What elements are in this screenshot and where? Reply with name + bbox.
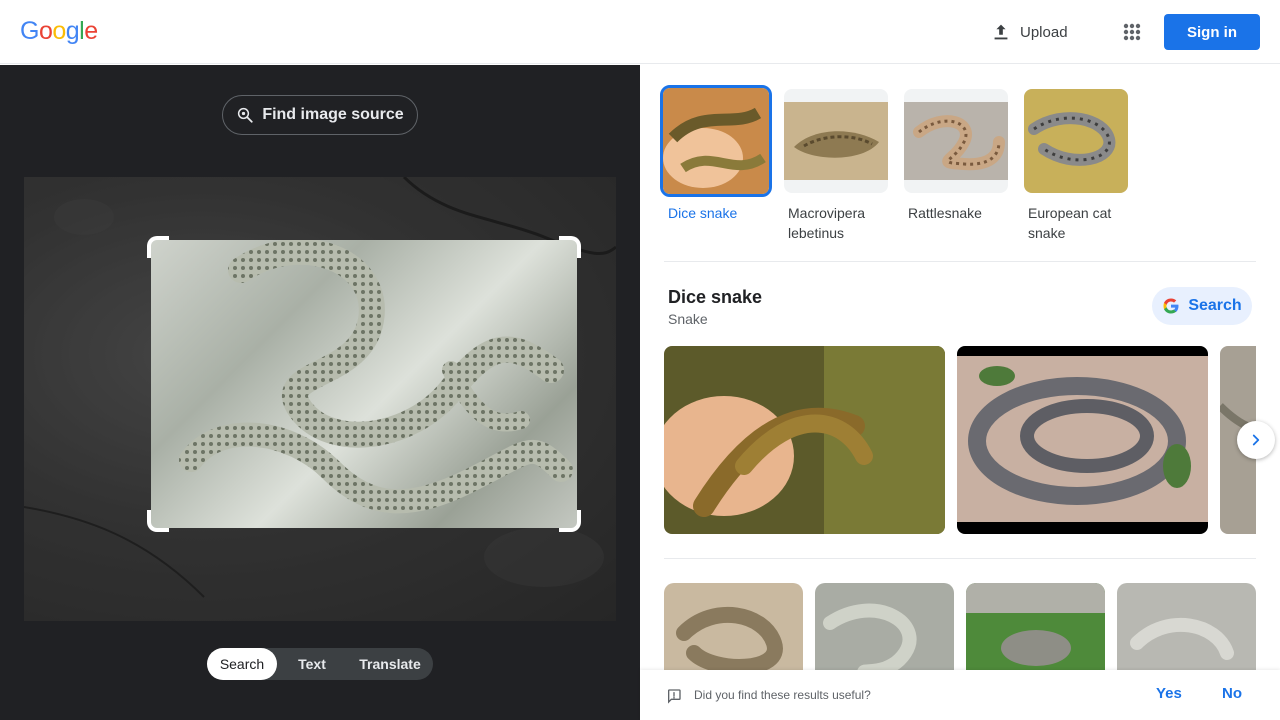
- knowledge-search-label: Search: [1188, 297, 1242, 314]
- crop-handle-bottom-right[interactable]: [559, 510, 581, 532]
- entity-dice-snake[interactable]: Dice snake: [660, 85, 772, 243]
- results-pane: Dice snake Macrovipera lebetinus Rattles…: [640, 65, 1280, 720]
- visual-match-image[interactable]: [815, 583, 954, 671]
- visual-match-image[interactable]: [664, 583, 803, 671]
- upload-label: Upload: [1020, 23, 1068, 41]
- entity-macrovipera-lebetinus[interactable]: Macrovipera lebetinus: [784, 89, 892, 243]
- tab-search[interactable]: Search: [207, 648, 277, 680]
- mode-tabs: Search Text Translate: [207, 648, 433, 680]
- lens-search-icon: [238, 107, 253, 123]
- entity-label: Rattlesnake: [908, 205, 982, 221]
- visual-match-image[interactable]: [966, 583, 1105, 671]
- knowledge-image-carousel: [664, 346, 1256, 534]
- divider: [664, 261, 1256, 262]
- google-logo[interactable]: Google: [20, 17, 98, 46]
- knowledge-subtitle: Snake: [668, 311, 708, 327]
- knowledge-title: Dice snake: [668, 287, 763, 307]
- entity-label: Macrovipera lebetinus: [788, 205, 866, 241]
- carousel-next-button[interactable]: [1237, 421, 1275, 459]
- snake-image: [179, 240, 573, 514]
- feedback-bar: Did you find these results useful? Yes N…: [640, 670, 1280, 720]
- upload-button[interactable]: Upload: [990, 16, 1068, 48]
- entity-thumbnail: [904, 89, 1008, 193]
- feedback-icon: [668, 689, 681, 704]
- logo-letter: o: [38, 17, 53, 45]
- find-image-source-label: Find image source: [262, 106, 404, 123]
- sign-in-button[interactable]: Sign in: [1164, 14, 1260, 50]
- upload-icon: [994, 24, 1008, 40]
- entity-label: European cat snake: [1028, 205, 1112, 241]
- top-bar: Google Upload Sign in: [0, 0, 1280, 64]
- divider: [664, 558, 1256, 559]
- uploaded-image[interactable]: [24, 177, 616, 621]
- entity-thumbnail: [660, 85, 772, 197]
- tab-translate[interactable]: Translate: [347, 648, 433, 680]
- feedback-yes-button[interactable]: Yes: [1156, 685, 1182, 702]
- entity-chips: Dice snake Macrovipera lebetinus Rattles…: [660, 85, 1132, 243]
- entity-rattlesnake[interactable]: Rattlesnake: [904, 89, 1012, 243]
- tab-text[interactable]: Text: [277, 648, 347, 680]
- visual-matches-grid: [664, 583, 1256, 671]
- crop-selection[interactable]: [151, 240, 577, 528]
- logo-letter: G: [20, 17, 39, 45]
- feedback-no-button[interactable]: No: [1222, 685, 1242, 702]
- chevron-right-icon: [1252, 434, 1260, 446]
- logo-letter: o: [52, 17, 66, 45]
- entity-label: Dice snake: [668, 205, 738, 221]
- crop-handle-top-right[interactable]: [559, 236, 581, 258]
- visual-match-image[interactable]: [1117, 583, 1256, 671]
- crop-handle-bottom-left[interactable]: [147, 510, 169, 532]
- logo-letter: e: [84, 17, 98, 45]
- entity-thumbnail: [784, 89, 888, 193]
- feedback-question: Did you find these results useful?: [694, 688, 871, 702]
- image-preview-pane: Find image source Search Text Translate: [0, 65, 640, 720]
- knowledge-image[interactable]: [664, 346, 945, 534]
- google-g-icon: [1163, 298, 1179, 314]
- find-image-source-button[interactable]: Find image source: [222, 95, 418, 135]
- knowledge-search-button[interactable]: Search: [1152, 287, 1252, 325]
- crop-handle-top-left[interactable]: [147, 236, 169, 258]
- logo-letter: g: [65, 17, 80, 45]
- entity-thumbnail: [1024, 89, 1128, 193]
- apps-grid-icon: [1123, 23, 1141, 41]
- entity-european-cat-snake[interactable]: European cat snake: [1024, 89, 1132, 243]
- apps-button[interactable]: [1118, 18, 1146, 46]
- knowledge-image[interactable]: [957, 346, 1208, 534]
